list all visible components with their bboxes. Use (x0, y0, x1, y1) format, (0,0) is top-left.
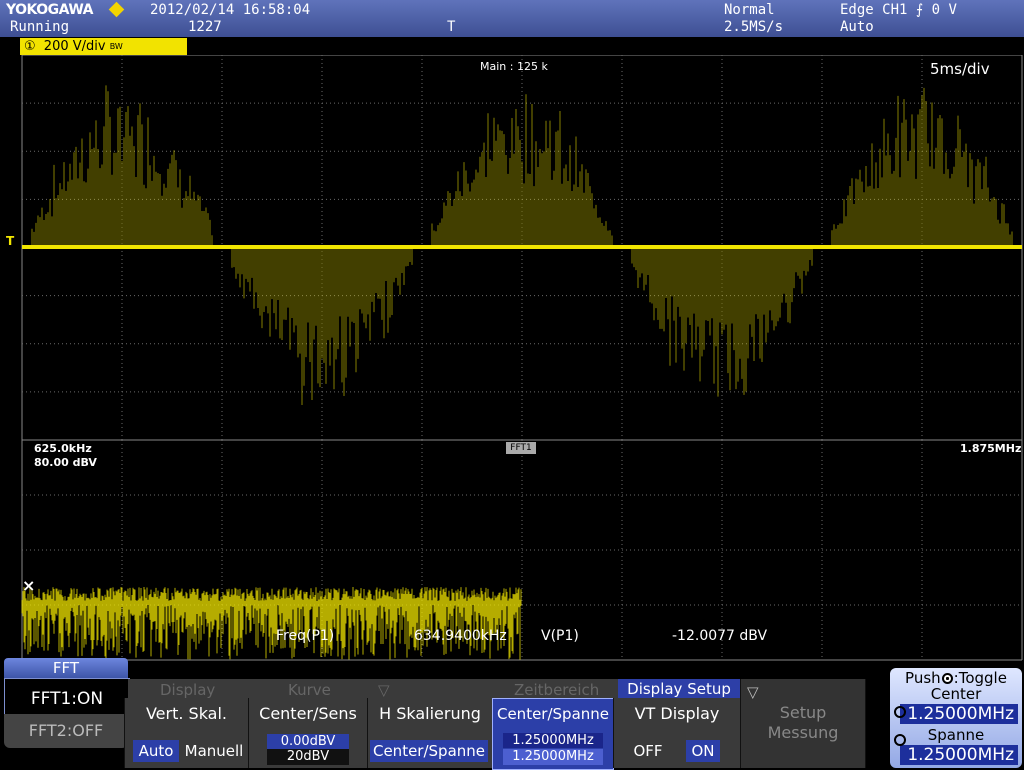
center-value: 0.00dBV (267, 734, 349, 749)
trigger-source: Edge CH1 ⨍ 0 V (840, 2, 957, 18)
span-label: Spanne (927, 726, 985, 744)
span-frequency-value: 1.25000MHz (503, 749, 603, 765)
bandwidth-limit-icon: BW (109, 42, 123, 51)
vt-display-off-option[interactable]: OFF (622, 742, 674, 760)
knob-span-icon (894, 734, 906, 746)
center-label: Center (930, 685, 982, 703)
tab-display[interactable]: Display (160, 681, 215, 699)
setup-label: Setup (779, 703, 827, 722)
fft-reference-level: 80.00 dBV (34, 456, 97, 469)
sens-value: 20dBV (267, 749, 349, 765)
timebase: 5ms/div (930, 60, 990, 78)
time-waveform (22, 85, 1022, 406)
measure-label: Messung (767, 723, 839, 742)
meas-v-value: -12.0077 dBV (672, 628, 768, 644)
vert-scale-title: Vert. Skal. (145, 704, 228, 723)
scope-display[interactable] (0, 55, 1024, 661)
datetime: 2012/02/14 16:58:04 (150, 2, 311, 18)
run-status: Running (10, 19, 70, 35)
acquisition-mode: Normal (724, 2, 775, 18)
fft-end-frequency: 1.875MHz (960, 442, 1022, 455)
center-knob-value: 1.25000MHz (900, 704, 1018, 724)
meas-freq-label: Freq(P1) (276, 628, 335, 644)
fft-marker-icon[interactable]: × (22, 576, 35, 595)
vert-scale-manual-option[interactable]: Manuell (183, 742, 245, 760)
channel-number: ① (24, 39, 36, 54)
channel-scale-bar[interactable]: ① 200 V/div BW (20, 38, 187, 55)
center-sens-button[interactable]: Center/Sens 0.00dBV 20dBV (248, 698, 368, 768)
center-span-button[interactable]: Center/Spanne 1.25000MHz 1.25000MHz (492, 698, 614, 770)
main-record-length: Main : 125 k (480, 60, 548, 73)
setup-measure-button[interactable]: ▽ Setup Messung (740, 679, 866, 768)
fft-menu-tab[interactable]: FFT (4, 658, 128, 678)
vt-display-button[interactable]: VT Display OFF ON (613, 698, 741, 768)
brand-diamond-icon (108, 1, 125, 18)
h-scale-button[interactable]: H Skalierung Center/Spanne (367, 698, 493, 768)
fft-label: FFT1 (506, 442, 536, 454)
fft-trace (21, 587, 522, 660)
center-span-title: Center/Spanne (496, 705, 610, 723)
trigger-position-icon: T (447, 19, 456, 35)
meas-v-label: V(P1) (541, 628, 579, 644)
channel-scale: 200 V/div (43, 39, 106, 54)
tab-zeitbereich[interactable]: Zeitbereich (514, 681, 599, 699)
fft-start-frequency: 625.0kHz (34, 442, 92, 455)
center-frequency-value: 1.25000MHz (503, 733, 603, 748)
vert-scale-auto-option[interactable]: Auto (133, 740, 179, 762)
brand-logo: YOKOGAWA (6, 2, 94, 18)
tab-kurve[interactable]: Kurve (288, 681, 331, 699)
meas-freq-value: 634.9400kHz (414, 628, 507, 644)
fft-noise-floor (21, 587, 522, 660)
span-knob-value: 1.25000MHz (900, 745, 1018, 765)
vt-display-on-option[interactable]: ON (686, 740, 720, 762)
tab-display-setup[interactable]: Display Setup (618, 679, 740, 699)
vt-display-title: VT Display (634, 704, 720, 723)
status-bar: YOKOGAWA Running 2012/02/14 16:58:04 122… (0, 0, 1024, 37)
h-scale-value: Center/Spanne (370, 740, 488, 762)
center-sens-title: Center/Sens (259, 704, 357, 723)
push-knob-icon (941, 673, 953, 684)
acquisition-count: 1227 (188, 19, 222, 35)
knob-center-icon (894, 706, 906, 718)
trigger-mode: Auto (840, 19, 874, 35)
trigger-level-marker-icon[interactable]: T (6, 234, 14, 248)
sample-rate: 2.5MS/s (724, 19, 784, 35)
tab-dropdown-icon[interactable]: ▽ (378, 681, 390, 699)
setup-dropdown-icon: ▽ (747, 683, 759, 701)
fft2-toggle[interactable]: FFT2:OFF (4, 714, 128, 748)
knob-panel[interactable]: Push:Toggle Center 1.25000MHz Spanne 1.2… (890, 668, 1022, 768)
vert-scale-button[interactable]: Vert. Skal. Auto Manuell (124, 698, 249, 768)
h-scale-title: H Skalierung (379, 704, 481, 723)
